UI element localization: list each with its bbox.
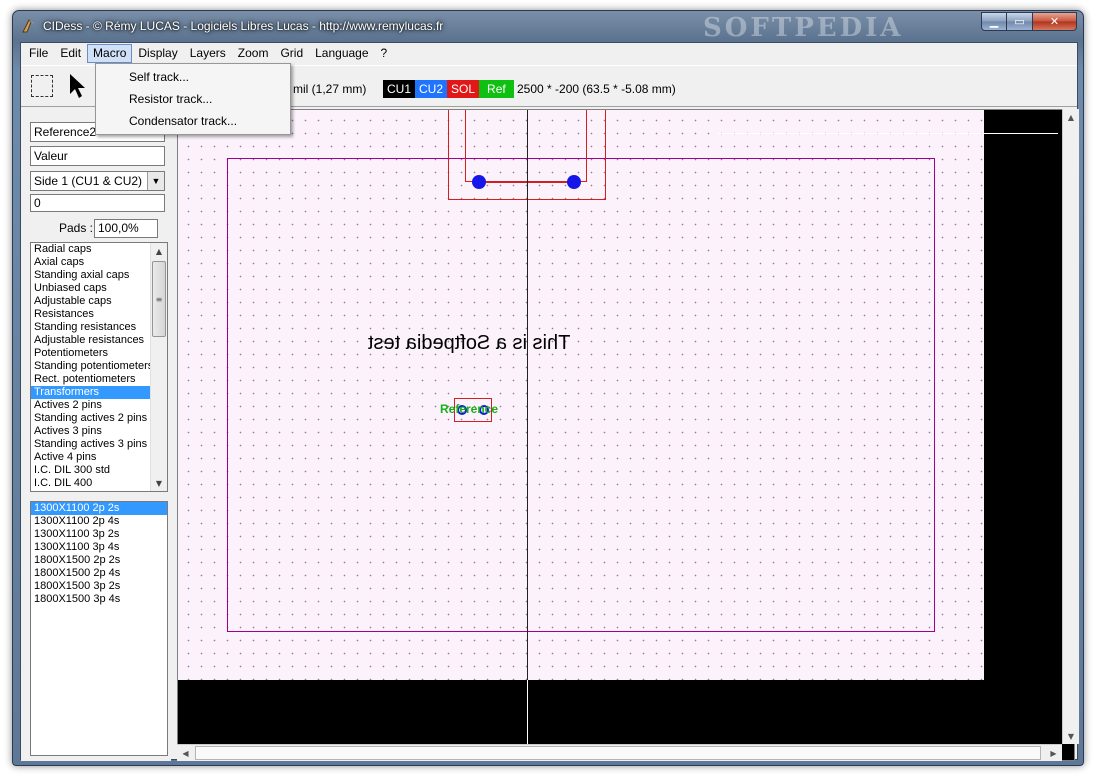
title-bar[interactable]: CIDess - © Rémy LUCAS - Logiciels Libres… bbox=[13, 11, 1083, 43]
window-title: CIDess - © Rémy LUCAS - Logiciels Libres… bbox=[43, 19, 444, 33]
category-item[interactable]: Rect. potentiometers bbox=[31, 373, 151, 386]
mirrored-text[interactable]: This is a Softpedia test bbox=[368, 332, 570, 355]
macro-dropdown: Self track... Resistor track... Condensa… bbox=[95, 63, 291, 135]
menu-item-resistor-track[interactable]: Resistor track... bbox=[96, 88, 290, 110]
category-scrollbar[interactable]: ▲ ≡ ▼ bbox=[150, 243, 167, 491]
menu-item-condensator-track[interactable]: Condensator track... bbox=[96, 110, 290, 132]
layer-buttons: CU1 CU2 SOL Ref bbox=[383, 80, 514, 98]
menu-edit[interactable]: Edit bbox=[54, 44, 87, 63]
chevron-down-icon[interactable]: ▼ bbox=[147, 172, 164, 190]
category-item[interactable]: I.C. DIL 400 bbox=[31, 477, 151, 490]
category-items: Radial caps Axial caps Standing axial caps… bbox=[31, 243, 167, 490]
maximize-button[interactable]: ▭ bbox=[1007, 12, 1033, 31]
canvas-scroll-right-icon[interactable]: ▶ bbox=[1045, 745, 1062, 761]
category-item[interactable]: I.C. DIL 300 std bbox=[31, 464, 151, 477]
category-item[interactable]: Standing resistances bbox=[31, 321, 151, 334]
board-outline bbox=[227, 158, 935, 632]
angle-field[interactable]: 0 bbox=[30, 194, 165, 212]
category-item[interactable]: Resistances bbox=[31, 308, 151, 321]
reference-label: Reference bbox=[440, 402, 499, 416]
side-select[interactable]: Side 1 (CU1 & CU2) ▼ bbox=[30, 171, 165, 191]
value-field[interactable]: Valeur bbox=[30, 146, 165, 166]
cursor-coordinates: 2500 * -200 (63.5 * -5.08 mm) bbox=[517, 82, 676, 96]
canvas-scroll-left-icon[interactable]: ◀ bbox=[177, 745, 194, 761]
canvas-scroll-up-icon[interactable]: ▲ bbox=[1063, 109, 1079, 125]
layer-cu2-button[interactable]: CU2 bbox=[415, 80, 448, 98]
category-item[interactable]: Actives 2 pins bbox=[31, 399, 151, 412]
pad-right[interactable] bbox=[567, 175, 581, 189]
category-item[interactable]: Unbiased caps bbox=[31, 282, 151, 295]
category-item[interactable]: Transformers bbox=[31, 386, 151, 399]
maximize-icon: ▭ bbox=[1014, 15, 1025, 28]
app-icon[interactable] bbox=[21, 18, 37, 34]
pads-label: Pads : bbox=[59, 221, 94, 235]
grid-size-text: mil (1,27 mm) bbox=[293, 82, 367, 96]
selection-rectangle-icon[interactable] bbox=[31, 75, 53, 97]
app-window: CIDess - © Rémy LUCAS - Logiciels Libres… bbox=[12, 10, 1084, 766]
component-panel: Reference2 Valeur Side 1 (CU1 & CU2) ▼ 0… bbox=[21, 108, 171, 761]
client-area: File Edit Macro Display Layers Zoom Grid… bbox=[20, 42, 1079, 761]
vertical-cursor-line bbox=[527, 110, 528, 680]
menu-file[interactable]: File bbox=[23, 44, 54, 63]
pad-left[interactable] bbox=[472, 175, 486, 189]
footprint-item[interactable]: 1300X1100 2p 2s bbox=[31, 502, 167, 515]
track-line bbox=[478, 182, 574, 183]
footprint-item[interactable]: 1800X1500 2p 2s bbox=[31, 554, 167, 567]
canvas-horizontal-scrollbar[interactable]: ◀ ▶ bbox=[177, 744, 1062, 761]
category-item[interactable]: Standing axial caps bbox=[31, 269, 151, 282]
horizontal-cursor-line bbox=[718, 133, 1058, 134]
menu-macro[interactable]: Macro bbox=[87, 44, 133, 63]
minimize-icon: ▁ bbox=[989, 15, 999, 28]
footprint-item[interactable]: 1800X1500 3p 2s bbox=[31, 580, 167, 593]
footprint-items: 1300X1100 2p 2s 1300X1100 2p 4s 1300X1100 … bbox=[31, 502, 167, 606]
side-select-value: Side 1 (CU1 & CU2) bbox=[34, 174, 143, 188]
menu-grid[interactable]: Grid bbox=[274, 44, 309, 63]
footprint-item[interactable]: 1300X1100 2p 4s bbox=[31, 515, 167, 528]
pcb-canvas[interactable]: This is a Softpedia test Reference bbox=[177, 109, 1075, 761]
canvas-scroll-down-icon[interactable]: ▼ bbox=[1063, 728, 1079, 744]
close-icon: ✕ bbox=[1049, 15, 1060, 28]
footprint-item[interactable]: 1800X1500 3p 4s bbox=[31, 593, 167, 606]
category-item[interactable]: Adjustable caps bbox=[31, 295, 151, 308]
category-item[interactable]: Standing potentiometers bbox=[31, 360, 151, 373]
scroll-up-icon[interactable]: ▲ bbox=[151, 243, 167, 259]
pads-size-field[interactable]: 100,0% bbox=[94, 219, 158, 238]
footprint-item[interactable]: 1300X1100 3p 2s bbox=[31, 528, 167, 541]
menu-item-self-track[interactable]: Self track... bbox=[96, 66, 290, 88]
softpedia-watermark: SOFTPEDIA bbox=[703, 13, 904, 43]
scroll-down-icon[interactable]: ▼ bbox=[151, 475, 167, 491]
footprint-item[interactable]: 1800X1500 2p 4s bbox=[31, 567, 167, 580]
category-item[interactable]: Actives 3 pins bbox=[31, 425, 151, 438]
footprint-item[interactable]: 1300X1100 3p 4s bbox=[31, 541, 167, 554]
canvas-vertical-scrollbar[interactable]: ▲ ▼ bbox=[1062, 109, 1079, 744]
scroll-thumb[interactable]: ≡ bbox=[152, 261, 166, 337]
menu-help[interactable]: ? bbox=[375, 44, 394, 63]
layer-ref-button[interactable]: Ref bbox=[479, 80, 514, 98]
category-item[interactable]: Active 4 pins bbox=[31, 451, 151, 464]
transformer-inner-outline bbox=[465, 110, 587, 182]
close-button[interactable]: ✕ bbox=[1033, 12, 1077, 31]
layer-sol-button[interactable]: SOL bbox=[447, 80, 480, 98]
menu-zoom[interactable]: Zoom bbox=[232, 44, 275, 63]
category-item[interactable]: Axial caps bbox=[31, 256, 151, 269]
menu-display[interactable]: Display bbox=[132, 44, 183, 63]
category-item[interactable]: Adjustable resistances bbox=[31, 334, 151, 347]
pointer-arrow-icon[interactable] bbox=[65, 72, 89, 100]
category-item[interactable]: Radial caps bbox=[31, 243, 151, 256]
footprint-list[interactable]: 1300X1100 2p 2s 1300X1100 2p 4s 1300X1100 … bbox=[30, 501, 168, 756]
category-item[interactable]: Potentiometers bbox=[31, 347, 151, 360]
category-list[interactable]: Radial caps Axial caps Standing axial caps… bbox=[30, 242, 168, 492]
category-item[interactable]: Standing actives 3 pins bbox=[31, 438, 151, 451]
canvas-hscroll-thumb[interactable] bbox=[195, 746, 1041, 760]
menu-language[interactable]: Language bbox=[309, 44, 374, 63]
minimize-button[interactable]: ▁ bbox=[981, 12, 1007, 31]
layer-cu1-button[interactable]: CU1 bbox=[383, 80, 416, 98]
menu-layers[interactable]: Layers bbox=[184, 44, 232, 63]
category-item[interactable]: Standing actives 2 pins bbox=[31, 412, 151, 425]
menu-bar: File Edit Macro Display Layers Zoom Grid… bbox=[21, 43, 1077, 64]
